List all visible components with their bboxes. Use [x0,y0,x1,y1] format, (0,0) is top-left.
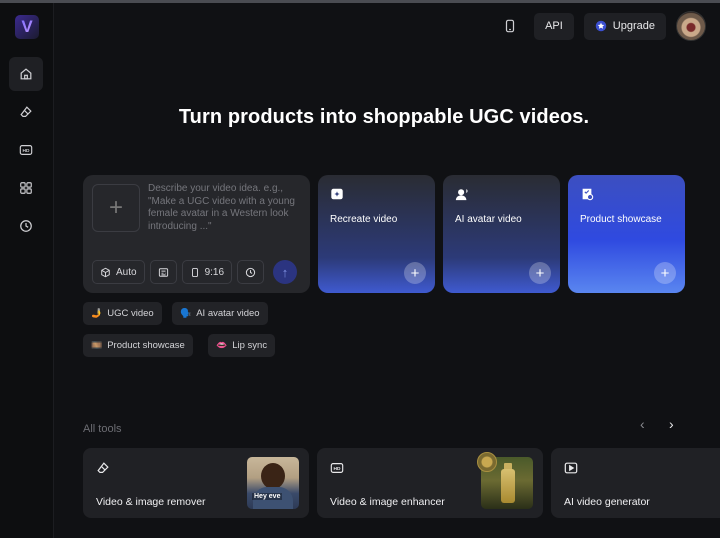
header-actions: API Upgrade [496,11,706,41]
sidebar-item-eraser[interactable] [9,95,43,129]
upgrade-label: Upgrade [612,20,655,32]
tool-label: Video & image enhancer [330,496,445,508]
tool-card-enhancer[interactable]: HD Video & image enhancer [317,448,543,518]
card-label: Recreate video [330,214,398,225]
prompt-controls: Auto 9:16 ↑ [92,260,298,284]
recreate-icon [331,188,343,200]
selfie-icon: 🤳 [91,308,103,318]
showcase-icon [582,188,594,201]
tool-label: AI video generator [564,496,650,508]
upload-media-button[interactable]: + [92,184,140,232]
hd-icon: HD [330,463,344,473]
user-avatar[interactable] [676,11,706,41]
eraser-icon [97,462,109,473]
add-icon[interactable]: + [654,262,676,284]
sidebar: V HD [0,3,54,538]
page-title: Turn products into shoppable UGC videos. [178,106,590,128]
window-top-border [0,0,720,3]
logo-letter: V [21,17,33,36]
home-icon [20,68,32,80]
chip-ugc-video[interactable]: 🤳 UGC video [83,302,162,325]
upgrade-button[interactable]: Upgrade [583,12,666,40]
film-icon: 🎞️ [91,340,103,350]
remover-thumbnail: Hey eve [247,457,299,509]
aspect-ratio-label: 9:16 [204,266,225,278]
mobile-button[interactable] [496,12,524,40]
add-icon[interactable]: + [404,262,426,284]
chip-lip-sync[interactable]: 👄 Lip sync [208,334,276,357]
chip-label: Product showcase [107,340,185,351]
sliders-icon [158,267,168,277]
ai-avatar-video-card[interactable]: AI avatar video + [443,175,560,293]
api-label: API [545,20,563,32]
clock-icon [245,267,256,277]
arrow-up-icon: ↑ [281,264,289,280]
tool-card-video-generator[interactable]: AI video generator [551,448,720,518]
chevron-right-icon[interactable]: › [669,416,674,432]
bottle [501,469,515,503]
prompt-box: + Describe your video idea. e.g., "Make … [83,175,310,293]
chip-product-showcase[interactable]: 🎞️ Product showcase [83,334,193,357]
grid-icon [20,182,32,194]
chip-label: AI avatar video [196,308,260,319]
api-button[interactable]: API [534,12,574,40]
svg-text:HD: HD [23,148,30,154]
product-showcase-card[interactable]: Product showcase + [568,175,685,293]
play-icon [564,462,578,474]
tool-label: Video & image remover [96,496,206,508]
aspect-ratio-select[interactable]: 9:16 [181,260,233,284]
hd-icon: HD [19,145,33,155]
phone-icon [505,19,515,33]
recreate-video-card[interactable]: Recreate video + [318,175,435,293]
chip-label: UGC video [107,308,154,319]
eraser-icon [20,106,32,117]
thumb-caption: Hey eve [252,493,283,500]
prompt-input[interactable]: Describe your video idea. e.g., "Make a … [148,183,298,231]
chip-label: Lip sync [232,340,268,351]
style-button[interactable] [149,260,177,284]
card-label: Product showcase [580,214,662,225]
app-logo[interactable]: V [15,15,39,39]
all-tools-heading: All tools [83,423,122,435]
upgrade-icon [595,20,607,32]
avatar-icon [455,189,468,201]
plus-icon: + [108,194,123,221]
add-icon[interactable]: + [529,262,551,284]
duration-button[interactable] [237,260,265,284]
card-label: AI avatar video [455,214,522,225]
speaking-head-icon: 🗣️ [180,308,192,318]
cube-icon [101,267,110,277]
svg-text:HD: HD [334,466,341,472]
phone-icon [191,267,198,277]
tool-card-remover[interactable]: Video & image remover Hey eve [83,448,309,518]
sidebar-item-hd[interactable]: HD [9,133,43,167]
chevron-left-icon[interactable]: ‹ [640,416,645,432]
sidebar-item-history[interactable] [9,209,43,243]
magnifier-badge [477,452,497,472]
mode-label: Auto [116,266,137,278]
thumb-face [261,463,285,489]
mode-select[interactable]: Auto [92,260,145,284]
sidebar-item-home[interactable] [9,57,43,91]
send-button[interactable]: ↑ [273,260,298,284]
sidebar-item-apps[interactable] [9,171,43,205]
lips-icon: 👄 [216,340,228,350]
clock-icon [20,220,32,232]
chip-ai-avatar-video[interactable]: 🗣️ AI avatar video [172,302,268,325]
